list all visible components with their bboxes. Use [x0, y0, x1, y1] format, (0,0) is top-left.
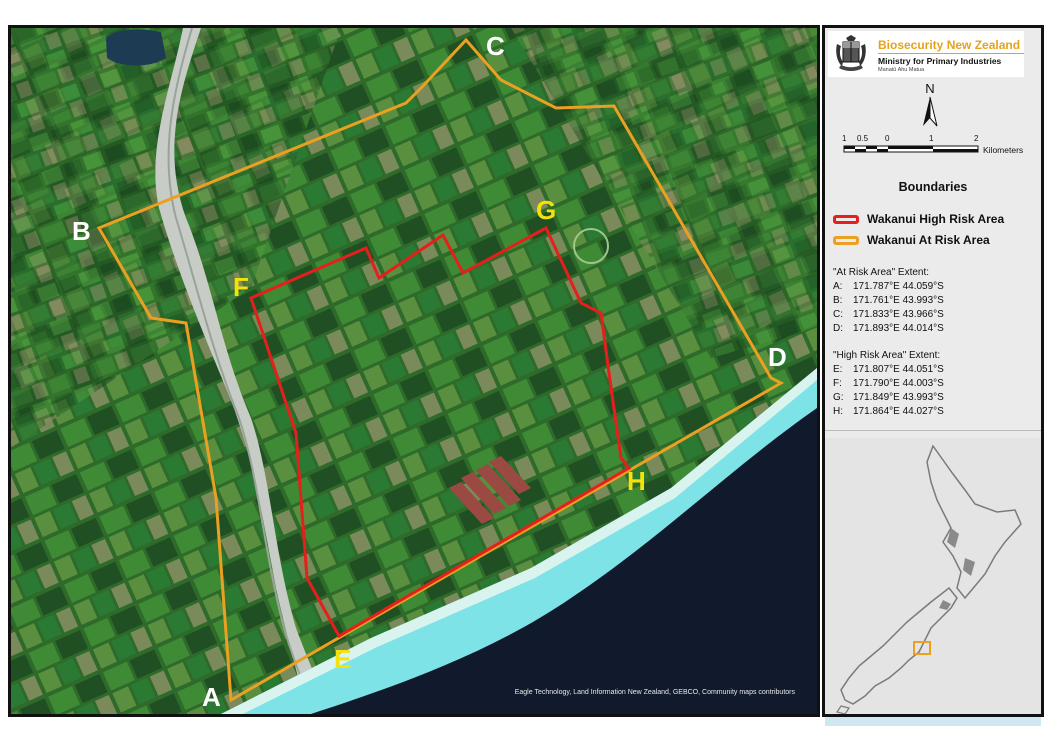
point-label-g: G	[536, 195, 556, 225]
scale-tick-label: 2	[974, 134, 979, 143]
legend-item-label: Wakanui At Risk Area	[867, 233, 990, 247]
agency-header: Biosecurity New Zealand Ministry for Pri…	[828, 31, 1024, 77]
scale-tick-label: 1	[929, 134, 934, 143]
extent-row-h: H: 171.864°E 44.027°S	[833, 406, 944, 417]
scale-unit: Kilometers	[983, 145, 1023, 155]
extent-row-g: G: 171.849°E 43.993°S	[833, 392, 944, 403]
map-frame[interactable]: A B C D E F G H Eagle Technology, Land I…	[8, 25, 820, 717]
extent-row-d: D: 171.893°E 44.014°S	[833, 323, 944, 334]
north-arrow-label: N	[925, 81, 934, 96]
legend-panel: Biosecurity New Zealand Ministry for Pri…	[822, 25, 1044, 717]
point-label-d: D	[768, 342, 787, 372]
ministry-maori-name: Manatū Ahu Matua	[878, 67, 925, 73]
high-risk-swatch	[833, 214, 859, 224]
point-label-b: B	[72, 216, 91, 246]
at-risk-extent-title: "At Risk Area" Extent:	[833, 267, 930, 278]
legend-title: Boundaries	[898, 180, 968, 194]
extent-row-b: B: 171.761°E 43.993°S	[833, 295, 944, 306]
scale-tick-label: 1	[842, 134, 847, 143]
extent-row-c: C: 171.833°E 43.966°S	[833, 309, 944, 320]
new-zealand-inset-map	[825, 438, 1041, 714]
point-label-a: A	[202, 682, 221, 712]
point-label-f: F	[233, 272, 249, 302]
point-label-h: H	[627, 466, 646, 496]
satellite-map[interactable]: A B C D E F G H	[11, 28, 817, 714]
nz-coat-of-arms-logo	[836, 35, 866, 71]
at-risk-swatch	[833, 235, 859, 245]
agency-name: Biosecurity New Zealand	[878, 38, 1021, 52]
panel-divider	[825, 430, 1041, 431]
panel-bottom-strip	[825, 717, 1041, 726]
scale-tick-label: 0.5	[857, 134, 869, 143]
north-arrow-icon: N	[923, 81, 938, 127]
map-attribution: Eagle Technology, Land Information New Z…	[514, 689, 795, 696]
point-label-c: C	[486, 31, 505, 61]
high-risk-extent-title: "High Risk Area" Extent:	[833, 350, 941, 361]
scale-bar: 1 0.5 0 1 2 Kilometers	[842, 134, 1023, 155]
agency-name-underline	[878, 53, 1024, 54]
legend-item-at-risk: Wakanui At Risk Area	[833, 232, 990, 248]
legend-item-label: Wakanui High Risk Area	[867, 212, 1005, 226]
ministry-name: Ministry for Primary Industries	[878, 56, 1002, 66]
legend-item-high-risk: Wakanui High Risk Area	[833, 211, 1004, 227]
extent-row-e: E: 171.807°E 44.051°S	[833, 364, 944, 375]
point-label-e: E	[334, 644, 351, 674]
extent-row-f: F: 171.790°E 44.003°S	[833, 378, 944, 389]
extent-row-a: A: 171.787°E 44.059°S	[833, 281, 944, 292]
scale-tick-label: 0	[885, 134, 890, 143]
